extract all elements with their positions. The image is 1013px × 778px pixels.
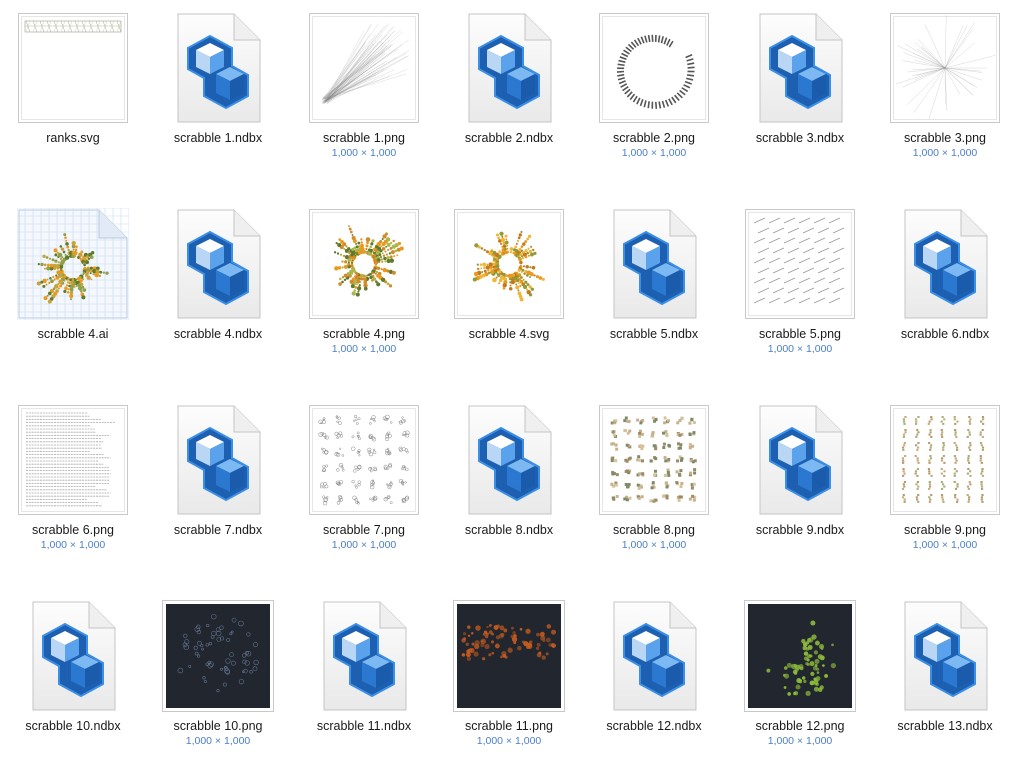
file-item[interactable]: scrabble 11.png 1,000 × 1,000 bbox=[436, 588, 582, 778]
file-name[interactable]: scrabble 6.ndbx bbox=[872, 327, 1013, 341]
file-item[interactable]: scrabble 10.png 1,000 × 1,000 bbox=[145, 588, 291, 778]
image-dimensions: 1,000 × 1,000 bbox=[436, 735, 582, 747]
file-name[interactable]: scrabble 11.ndbx bbox=[291, 719, 437, 733]
file-thumbnail-icon[interactable] bbox=[889, 12, 1001, 124]
file-name[interactable]: scrabble 3.ndbx bbox=[727, 131, 873, 145]
file-item[interactable]: scrabble 5.png 1,000 × 1,000 bbox=[727, 196, 873, 386]
nodebox-file-icon[interactable] bbox=[598, 208, 710, 320]
file-thumbnail-icon[interactable] bbox=[308, 208, 420, 320]
nodebox-file-icon[interactable] bbox=[162, 12, 274, 124]
file-thumbnail-icon[interactable] bbox=[17, 208, 129, 320]
file-name[interactable]: ranks.svg bbox=[0, 131, 146, 145]
file-item[interactable]: scrabble 2.ndbx bbox=[436, 0, 582, 190]
nodebox-file-icon[interactable] bbox=[598, 600, 710, 712]
file-thumbnail-icon[interactable] bbox=[453, 208, 565, 320]
image-dimensions: 1,000 × 1,000 bbox=[291, 539, 437, 551]
nodebox-file-icon[interactable] bbox=[889, 600, 1001, 712]
file-item[interactable]: scrabble 1.png 1,000 × 1,000 bbox=[291, 0, 437, 190]
nodebox-file-icon[interactable] bbox=[744, 12, 856, 124]
image-dimensions: 1,000 × 1,000 bbox=[291, 343, 437, 355]
file-item[interactable]: scrabble 3.png 1,000 × 1,000 bbox=[872, 0, 1013, 190]
image-dimensions: 1,000 × 1,000 bbox=[581, 147, 727, 159]
nodebox-file-icon[interactable] bbox=[162, 404, 274, 516]
file-item[interactable]: ranks.svg bbox=[0, 0, 146, 190]
file-item[interactable]: scrabble 8.ndbx bbox=[436, 392, 582, 582]
image-dimensions: 1,000 × 1,000 bbox=[727, 735, 873, 747]
file-name[interactable]: scrabble 5.png bbox=[727, 327, 873, 341]
nodebox-file-icon[interactable] bbox=[453, 404, 565, 516]
nodebox-file-icon[interactable] bbox=[744, 404, 856, 516]
file-thumbnail-icon[interactable] bbox=[744, 208, 856, 320]
image-dimensions: 1,000 × 1,000 bbox=[145, 735, 291, 747]
file-item[interactable]: scrabble 9.png 1,000 × 1,000 bbox=[872, 392, 1013, 582]
file-thumbnail-icon[interactable] bbox=[889, 404, 1001, 516]
file-item[interactable]: scrabble 6.png 1,000 × 1,000 bbox=[0, 392, 146, 582]
file-item[interactable]: scrabble 12.png 1,000 × 1,000 bbox=[727, 588, 873, 778]
file-thumbnail-icon[interactable] bbox=[162, 600, 274, 712]
file-name[interactable]: scrabble 1.png bbox=[291, 131, 437, 145]
file-item[interactable]: scrabble 8.png 1,000 × 1,000 bbox=[581, 392, 727, 582]
image-dimensions: 1,000 × 1,000 bbox=[291, 147, 437, 159]
file-item[interactable]: scrabble 2.png 1,000 × 1,000 bbox=[581, 0, 727, 190]
file-item[interactable]: scrabble 11.ndbx bbox=[291, 588, 437, 778]
nodebox-file-icon[interactable] bbox=[308, 600, 420, 712]
file-item[interactable]: scrabble 1.ndbx bbox=[145, 0, 291, 190]
file-thumbnail-icon[interactable] bbox=[598, 12, 710, 124]
nodebox-file-icon[interactable] bbox=[889, 208, 1001, 320]
file-name[interactable]: scrabble 3.png bbox=[872, 131, 1013, 145]
file-item[interactable]: scrabble 4.ndbx bbox=[145, 196, 291, 386]
file-item[interactable]: scrabble 6.ndbx bbox=[872, 196, 1013, 386]
file-name[interactable]: scrabble 13.ndbx bbox=[872, 719, 1013, 733]
image-dimensions: 1,000 × 1,000 bbox=[872, 147, 1013, 159]
file-name[interactable]: scrabble 10.png bbox=[145, 719, 291, 733]
file-item[interactable]: scrabble 5.ndbx bbox=[581, 196, 727, 386]
file-item[interactable]: scrabble 7.ndbx bbox=[145, 392, 291, 582]
file-item[interactable]: scrabble 12.ndbx bbox=[581, 588, 727, 778]
nodebox-file-icon[interactable] bbox=[17, 600, 129, 712]
file-name[interactable]: scrabble 11.png bbox=[436, 719, 582, 733]
file-name[interactable]: scrabble 2.ndbx bbox=[436, 131, 582, 145]
file-thumbnail-icon[interactable] bbox=[744, 600, 856, 712]
file-thumbnail-icon[interactable] bbox=[308, 12, 420, 124]
file-name[interactable]: scrabble 4.ndbx bbox=[145, 327, 291, 341]
file-name[interactable]: scrabble 9.png bbox=[872, 523, 1013, 537]
image-dimensions: 1,000 × 1,000 bbox=[581, 539, 727, 551]
file-name[interactable]: scrabble 9.ndbx bbox=[727, 523, 873, 537]
file-name[interactable]: scrabble 4.svg bbox=[436, 327, 582, 341]
image-dimensions: 1,000 × 1,000 bbox=[872, 539, 1013, 551]
file-name[interactable]: scrabble 7.ndbx bbox=[145, 523, 291, 537]
file-item[interactable]: scrabble 4.png 1,000 × 1,000 bbox=[291, 196, 437, 386]
image-dimensions: 1,000 × 1,000 bbox=[0, 539, 146, 551]
file-name[interactable]: scrabble 6.png bbox=[0, 523, 146, 537]
file-item[interactable]: scrabble 10.ndbx bbox=[0, 588, 146, 778]
file-name[interactable]: scrabble 1.ndbx bbox=[145, 131, 291, 145]
file-name[interactable]: scrabble 8.png bbox=[581, 523, 727, 537]
file-thumbnail-icon[interactable] bbox=[17, 404, 129, 516]
nodebox-file-icon[interactable] bbox=[162, 208, 274, 320]
file-icon-grid: ranks.svg scrabble 1.ndbx scrabble 1.png… bbox=[0, 0, 1013, 770]
file-name[interactable]: scrabble 5.ndbx bbox=[581, 327, 727, 341]
file-item[interactable]: scrabble 4.svg bbox=[436, 196, 582, 386]
file-thumbnail-icon[interactable] bbox=[17, 12, 129, 124]
nodebox-file-icon[interactable] bbox=[453, 12, 565, 124]
file-item[interactable]: scrabble 3.ndbx bbox=[727, 0, 873, 190]
file-item[interactable]: scrabble 13.ndbx bbox=[872, 588, 1013, 778]
file-item[interactable]: scrabble 7.png 1,000 × 1,000 bbox=[291, 392, 437, 582]
file-name[interactable]: scrabble 12.png bbox=[727, 719, 873, 733]
file-name[interactable]: scrabble 10.ndbx bbox=[0, 719, 146, 733]
file-name[interactable]: scrabble 4.png bbox=[291, 327, 437, 341]
file-name[interactable]: scrabble 12.ndbx bbox=[581, 719, 727, 733]
file-name[interactable]: scrabble 7.png bbox=[291, 523, 437, 537]
file-name[interactable]: scrabble 4.ai bbox=[0, 327, 146, 341]
image-dimensions: 1,000 × 1,000 bbox=[727, 343, 873, 355]
file-item[interactable]: scrabble 4.ai bbox=[0, 196, 146, 386]
file-thumbnail-icon[interactable] bbox=[598, 404, 710, 516]
file-item[interactable]: scrabble 9.ndbx bbox=[727, 392, 873, 582]
file-name[interactable]: scrabble 2.png bbox=[581, 131, 727, 145]
file-thumbnail-icon[interactable] bbox=[453, 600, 565, 712]
file-thumbnail-icon[interactable] bbox=[308, 404, 420, 516]
file-name[interactable]: scrabble 8.ndbx bbox=[436, 523, 582, 537]
